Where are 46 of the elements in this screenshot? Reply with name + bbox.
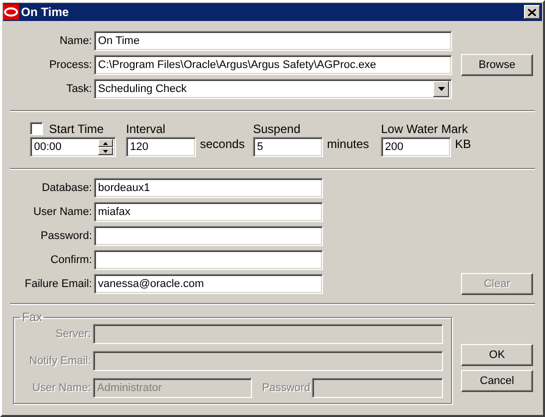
close-icon [528,8,536,16]
field-label: Database: [40,182,92,194]
field-label: Interval [126,120,166,137]
field-label: Password [262,382,310,394]
unit-label: minutes [327,137,370,151]
checkbox-label: Start Time [49,122,104,136]
field-label: Name: [58,35,92,47]
text-field[interactable] [94,250,323,270]
browse-button[interactable]: Browse [461,54,533,76]
field-label: User Name: [32,206,92,218]
field-label: Process: [48,59,92,71]
window-title: On Time [21,5,70,19]
unit-label: seconds [200,137,245,151]
text-field[interactable]: bordeaux1 [94,178,323,198]
suspend-field[interactable]: 5 [253,137,323,157]
text-field[interactable] [94,226,323,246]
low-water-mark-field[interactable]: 200 [381,137,451,157]
field-label: Server: [54,328,91,340]
field-label: Failure Email: [24,278,92,290]
start-time-checkbox[interactable] [30,122,43,135]
text-field[interactable]: On Time [94,31,452,51]
field-label: Low Water Mark [381,120,469,137]
interval-field[interactable]: 120 [126,137,196,157]
unit-label: KB [455,137,472,151]
field-label: Notify Email: [28,355,91,367]
group-title: Fax [21,310,44,324]
ok-button[interactable]: OK [461,344,533,366]
text-field[interactable]: C:\Program Files\Oracle\Argus\Argus Safety\AGProc.exe [94,55,452,75]
time-field[interactable]: 00:00 [30,137,116,157]
app-logo-icon [3,4,19,20]
caret-icon [438,87,444,91]
field-label: Confirm: [49,254,92,266]
close-button[interactable] [524,5,540,19]
dropdown-button[interactable] [433,81,449,97]
text-field[interactable]: vanessa@oracle.com [94,274,323,294]
field-label: Task: [65,83,92,95]
field-label: Suspend [253,120,302,137]
up-arrow-icon [103,142,108,144]
field-label: User Name: [31,382,91,394]
task-dropdown[interactable]: Scheduling Check [94,79,452,99]
down-arrow-icon [103,150,108,152]
spin-down-button[interactable] [98,147,113,155]
text-field[interactable]: miafax [94,202,323,222]
cancel-button[interactable]: Cancel [461,370,533,392]
spin-up-button[interactable] [98,139,113,147]
field-label: Password: [40,230,92,242]
